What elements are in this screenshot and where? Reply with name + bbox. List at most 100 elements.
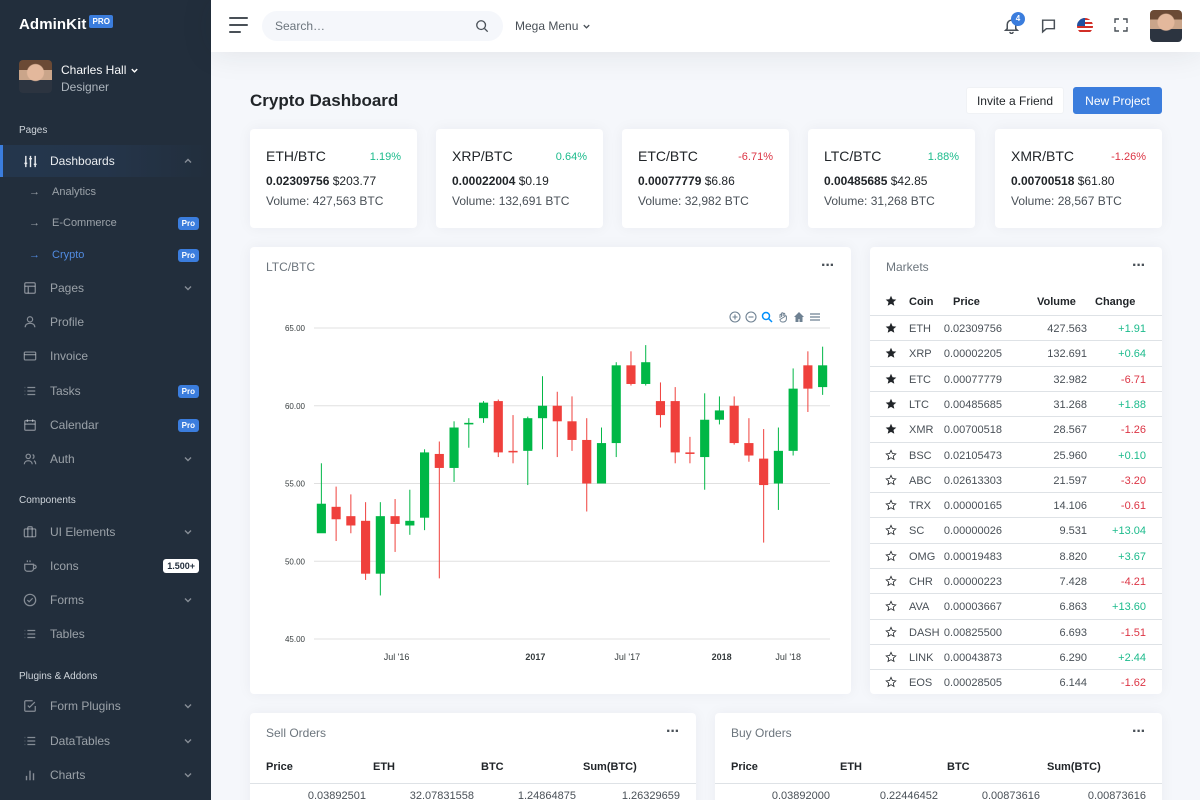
candle[interactable] [773,427,783,510]
star-filled-icon[interactable] [885,398,897,410]
sidebar-item-forms[interactable]: Forms [0,584,211,616]
search-input[interactable] [275,19,455,33]
star-outline-icon[interactable] [885,524,897,536]
candle[interactable] [582,418,592,512]
candle[interactable] [685,436,695,464]
table-row[interactable]: ETH 0.02309756 427.563 +1.91 [870,315,1162,340]
candle[interactable] [390,499,400,552]
more-options-icon[interactable]: ··· [1132,724,1146,740]
table-row[interactable]: SC 0.00000026 9.531 +13.04 [870,517,1162,542]
candle[interactable] [818,346,828,395]
candle[interactable] [714,396,724,425]
sidebar-item-profile[interactable]: Profile [0,306,211,338]
sidebar-item-pages[interactable]: Pages [0,272,211,304]
star-outline-icon[interactable] [885,499,897,511]
table-row[interactable]: AVA 0.00003667 6.863 +13.60 [870,593,1162,618]
candle[interactable] [464,418,474,448]
sell-col-btc[interactable]: BTC [481,761,504,773]
table-row[interactable]: CHR 0.00000223 7.428 -4.21 [870,568,1162,593]
sidebar-item-tasks[interactable]: Tasks Pro [0,375,211,407]
search-box[interactable] [262,11,503,41]
candle[interactable] [655,382,666,428]
star-filled-icon[interactable] [885,423,897,435]
table-row[interactable]: 0.03892000 0.22446452 0.00873616 0.00873… [715,783,1162,800]
table-row[interactable]: BSC 0.02105473 25.960 +0.10 [870,441,1162,467]
candle[interactable] [700,393,710,490]
messages-button[interactable] [1040,17,1058,35]
star-outline-icon[interactable] [885,600,897,612]
star-filled-icon[interactable] [885,347,897,359]
fullscreen-button[interactable] [1113,17,1131,35]
notifications-bell[interactable]: 4 [1003,12,1025,35]
candle[interactable] [759,429,769,543]
markets-col-coin[interactable]: Coin [909,296,933,308]
sidebar-subitem-crypto[interactable]: → Crypto Pro [0,240,211,270]
buy-col-sum[interactable]: Sum(BTC) [1047,761,1101,773]
table-row[interactable]: EOS 0.00028505 6.144 -1.62 [870,669,1162,694]
candle[interactable] [493,399,503,458]
avatar[interactable] [19,60,52,93]
brand-logo[interactable]: AdminKit PRO [19,15,114,33]
table-row[interactable]: ABC 0.02613303 21.597 -3.20 [870,466,1162,492]
candle[interactable] [523,416,533,486]
menu-toggle-icon[interactable] [229,17,248,33]
candle[interactable] [729,396,739,445]
candle[interactable] [331,486,341,542]
candle[interactable] [567,396,577,451]
sidebar-item-invoice[interactable]: Invoice [0,340,211,372]
sell-col-eth[interactable]: ETH [373,761,395,773]
sidebar-item-icons[interactable]: Icons 1.500+ [0,550,211,582]
candle[interactable] [626,351,636,386]
star-outline-icon[interactable] [885,651,897,663]
candle[interactable] [434,441,444,579]
candle[interactable] [375,502,385,596]
table-row[interactable]: XRP 0.00002205 132.691 +0.64 [870,340,1162,365]
buy-col-btc[interactable]: BTC [947,761,970,773]
table-row[interactable]: ETC 0.00077779 32.982 -6.71 [870,365,1162,391]
star-outline-icon[interactable] [885,550,897,562]
markets-col-change[interactable]: Change [1095,296,1135,308]
candle[interactable] [641,345,651,386]
candle[interactable] [788,368,798,456]
candle[interactable] [478,401,489,423]
star-filled-icon[interactable] [885,373,897,385]
candle[interactable] [670,387,680,464]
table-row[interactable]: LINK 0.00043873 6.290 +2.44 [870,643,1162,669]
mega-menu-dropdown[interactable]: Mega Menu [515,19,591,33]
new-project-button[interactable]: New Project [1073,87,1162,114]
sidebar-item-datatables[interactable]: DataTables [0,725,211,757]
markets-col-volume[interactable]: Volume [1037,296,1076,308]
candle[interactable] [596,427,607,484]
sidebar-item-calendar[interactable]: Calendar Pro [0,409,211,441]
table-row[interactable]: OMG 0.00019483 8.820 +3.67 [870,542,1162,568]
star-filled-icon[interactable] [885,322,897,334]
sell-col-sum[interactable]: Sum(BTC) [583,761,637,773]
candle[interactable] [552,391,562,458]
avatar[interactable] [1150,10,1182,42]
star-outline-icon[interactable] [885,448,897,461]
table-row[interactable]: LTC 0.00485685 31.268 +1.88 [870,390,1162,416]
markets-col-price[interactable]: Price [953,296,980,308]
candle[interactable] [420,449,430,531]
candle[interactable] [316,463,326,534]
sidebar-subitem-ecommerce[interactable]: → E-Commerce Pro [0,208,211,238]
star-outline-icon[interactable] [885,676,897,688]
search-icon[interactable] [475,19,489,33]
table-row[interactable]: XMR 0.00700518 28.567 -1.26 [870,416,1162,441]
sell-col-price[interactable]: Price [266,761,293,773]
candle[interactable] [744,418,754,462]
candle[interactable] [537,376,548,450]
star-outline-icon[interactable] [885,474,897,486]
candle[interactable] [449,421,459,482]
star-outline-icon[interactable] [885,625,897,638]
star-outline-icon[interactable] [885,575,897,587]
buy-col-eth[interactable]: ETH [840,761,862,773]
table-row[interactable]: DASH 0.00825500 6.693 -1.51 [870,618,1162,644]
user-name[interactable]: Charles Hall [61,63,139,77]
candle[interactable] [803,351,813,412]
buy-col-price[interactable]: Price [731,761,758,773]
candle[interactable] [405,489,415,535]
candlestick-chart[interactable]: 65.00 60.00 55.00 50.00 45.00 Jul '16 2017 Jul… [250,247,851,694]
sidebar-item-form-plugins[interactable]: Form Plugins [0,690,211,722]
table-row[interactable]: TRX 0.00000165 14.106 -0.61 [870,492,1162,517]
